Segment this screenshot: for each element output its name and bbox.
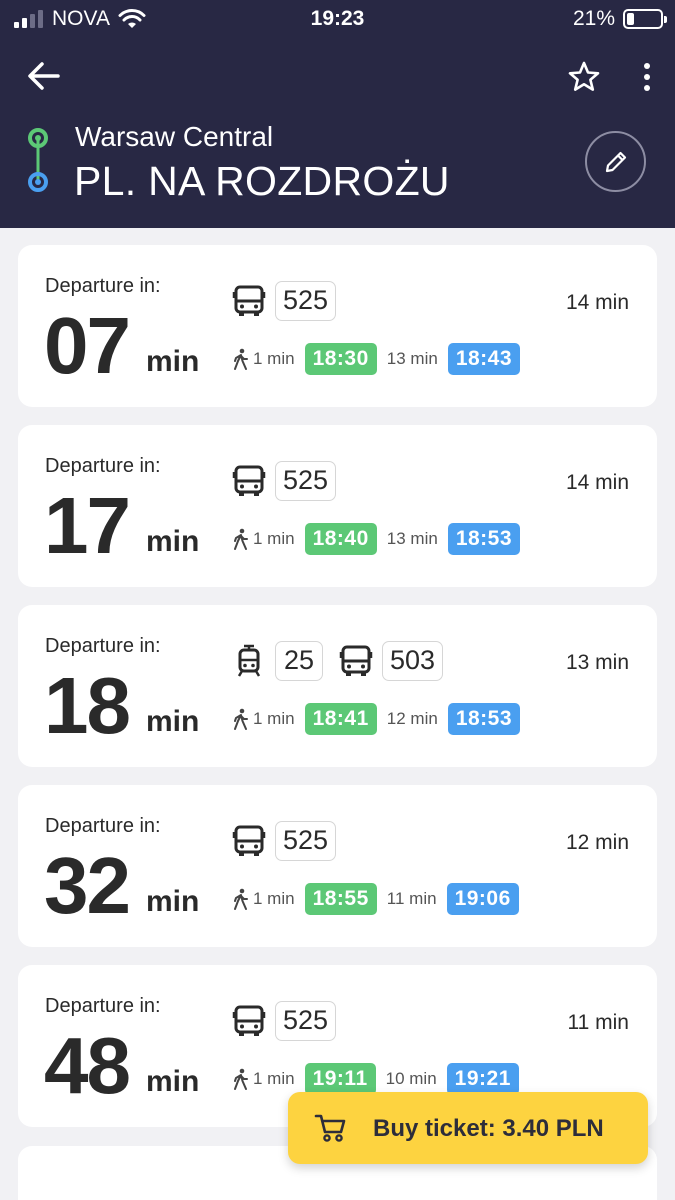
walk-icon bbox=[232, 348, 250, 370]
bus-icon bbox=[232, 1004, 266, 1038]
departure-label: Departure in: bbox=[45, 275, 161, 297]
departure-minutes: 17 bbox=[44, 481, 131, 570]
line-number-badge: 503 bbox=[382, 641, 444, 681]
arrival-time-badge: 19:21 bbox=[446, 1063, 519, 1095]
arrival-time-badge: 18:43 bbox=[447, 343, 521, 375]
ride-duration: 13 min bbox=[386, 349, 438, 368]
walk-icon bbox=[232, 1068, 250, 1090]
more-options-button[interactable] bbox=[636, 60, 658, 94]
status-bar: NOVA 19:23 21% bbox=[0, 0, 675, 38]
battery-percent: 21% bbox=[572, 7, 615, 30]
ride-duration: 12 min bbox=[386, 709, 438, 728]
trip-timeline: 1 min 18:55 11 min 19:06 bbox=[232, 883, 529, 915]
line-number-badge: 25 bbox=[275, 641, 323, 681]
walk-duration: 1 min bbox=[253, 1069, 295, 1088]
line-list: 525 bbox=[232, 281, 352, 321]
departure-label: Departure in: bbox=[45, 815, 161, 837]
walk-duration: 1 min bbox=[253, 529, 295, 548]
walk-duration: 1 min bbox=[253, 349, 295, 368]
walk-duration: 1 min bbox=[253, 889, 295, 908]
walk-icon bbox=[232, 708, 250, 730]
bus-icon bbox=[232, 824, 266, 858]
line-number-badge: 525 bbox=[275, 461, 337, 501]
pencil-icon bbox=[605, 151, 626, 172]
departure-label: Departure in: bbox=[45, 995, 161, 1017]
departure-unit: min bbox=[146, 345, 200, 378]
departure-unit: min bbox=[146, 705, 200, 738]
line-number-badge: 525 bbox=[275, 281, 337, 321]
departure-card[interactable]: Departure in: 07 min 525 14 min 1 min 18:30 13 … bbox=[18, 245, 657, 407]
buy-ticket-label: Buy ticket: 3.40 PLN bbox=[373, 1115, 604, 1142]
walk-icon bbox=[232, 888, 250, 910]
departure-minutes: 07 bbox=[44, 301, 131, 390]
departure-time-badge: 18:41 bbox=[304, 703, 377, 735]
tram-icon bbox=[232, 644, 266, 678]
more-vertical-icon bbox=[644, 63, 650, 91]
trip-timeline: 1 min 19:11 10 min 19:21 bbox=[232, 1063, 529, 1095]
bus-icon bbox=[232, 464, 266, 498]
app-header: NOVA 19:23 21% Warsaw Central PL. NA ROZ… bbox=[0, 0, 675, 228]
departure-card[interactable]: Departure in: 17 min 525 14 min 1 min 18:40 13 … bbox=[18, 425, 657, 587]
walk-duration: 1 min bbox=[253, 709, 295, 728]
trip-duration: 11 min bbox=[567, 1011, 629, 1034]
departure-label: Departure in: bbox=[45, 635, 161, 657]
trip-timeline: 1 min 18:41 12 min 18:53 bbox=[232, 703, 530, 735]
departure-time-badge: 18:30 bbox=[304, 343, 377, 375]
departure-unit: min bbox=[146, 525, 200, 558]
edit-route-button[interactable] bbox=[585, 131, 646, 192]
battery-level bbox=[627, 13, 634, 25]
departure-minutes: 48 bbox=[44, 1021, 131, 1110]
arrival-time-badge: 18:53 bbox=[447, 703, 521, 735]
departure-time-badge: 18:40 bbox=[304, 523, 377, 555]
ride-duration: 11 min bbox=[386, 889, 437, 908]
bus-icon bbox=[339, 644, 373, 678]
bus-icon bbox=[232, 284, 266, 318]
trip-duration: 13 min bbox=[565, 651, 629, 674]
departure-minutes: 32 bbox=[44, 841, 131, 930]
ride-duration: 10 min bbox=[385, 1069, 437, 1088]
departure-unit: min bbox=[146, 1065, 200, 1098]
departure-card[interactable]: Departure in: 32 min 525 12 min 1 min 18:55 11 … bbox=[18, 785, 657, 947]
back-button[interactable] bbox=[26, 60, 62, 92]
line-list: 25 503 bbox=[232, 641, 459, 681]
ride-duration: 13 min bbox=[386, 529, 438, 548]
battery-icon bbox=[623, 9, 667, 29]
trip-timeline: 1 min 18:40 13 min 18:53 bbox=[232, 523, 530, 555]
trip-timeline: 1 min 18:30 13 min 18:43 bbox=[232, 343, 530, 375]
trip-duration: 12 min bbox=[565, 831, 629, 854]
departure-time-badge: 18:55 bbox=[304, 883, 377, 915]
favorite-button[interactable] bbox=[567, 60, 601, 94]
arrival-time-badge: 19:06 bbox=[446, 883, 519, 915]
arrow-left-icon bbox=[28, 62, 60, 90]
departure-time-badge: 19:11 bbox=[304, 1063, 376, 1095]
line-list: 525 bbox=[232, 821, 352, 861]
star-icon bbox=[568, 61, 600, 91]
departure-unit: min bbox=[146, 885, 200, 918]
route-line-icon bbox=[28, 128, 48, 192]
line-list: 525 bbox=[232, 461, 352, 501]
trip-duration: 14 min bbox=[565, 291, 629, 314]
buy-ticket-button[interactable]: Buy ticket: 3.40 PLN bbox=[288, 1092, 648, 1164]
departure-card[interactable]: Departure in: 18 min 25 503 13 min 1 min 18:41 1… bbox=[18, 605, 657, 767]
line-number-badge: 525 bbox=[275, 821, 337, 861]
origin-stop: Warsaw Central bbox=[75, 121, 274, 152]
departure-label: Departure in: bbox=[45, 455, 161, 477]
walk-icon bbox=[232, 528, 250, 550]
destination-stop: PL. NA ROZDROŻU bbox=[74, 158, 450, 204]
status-right: 21% bbox=[572, 7, 667, 31]
line-list: 525 bbox=[232, 1001, 352, 1041]
cart-icon bbox=[314, 1114, 346, 1142]
line-number-badge: 525 bbox=[275, 1001, 337, 1041]
arrival-time-badge: 18:53 bbox=[447, 523, 521, 555]
trip-duration: 14 min bbox=[565, 471, 629, 494]
departure-minutes: 18 bbox=[44, 661, 131, 750]
